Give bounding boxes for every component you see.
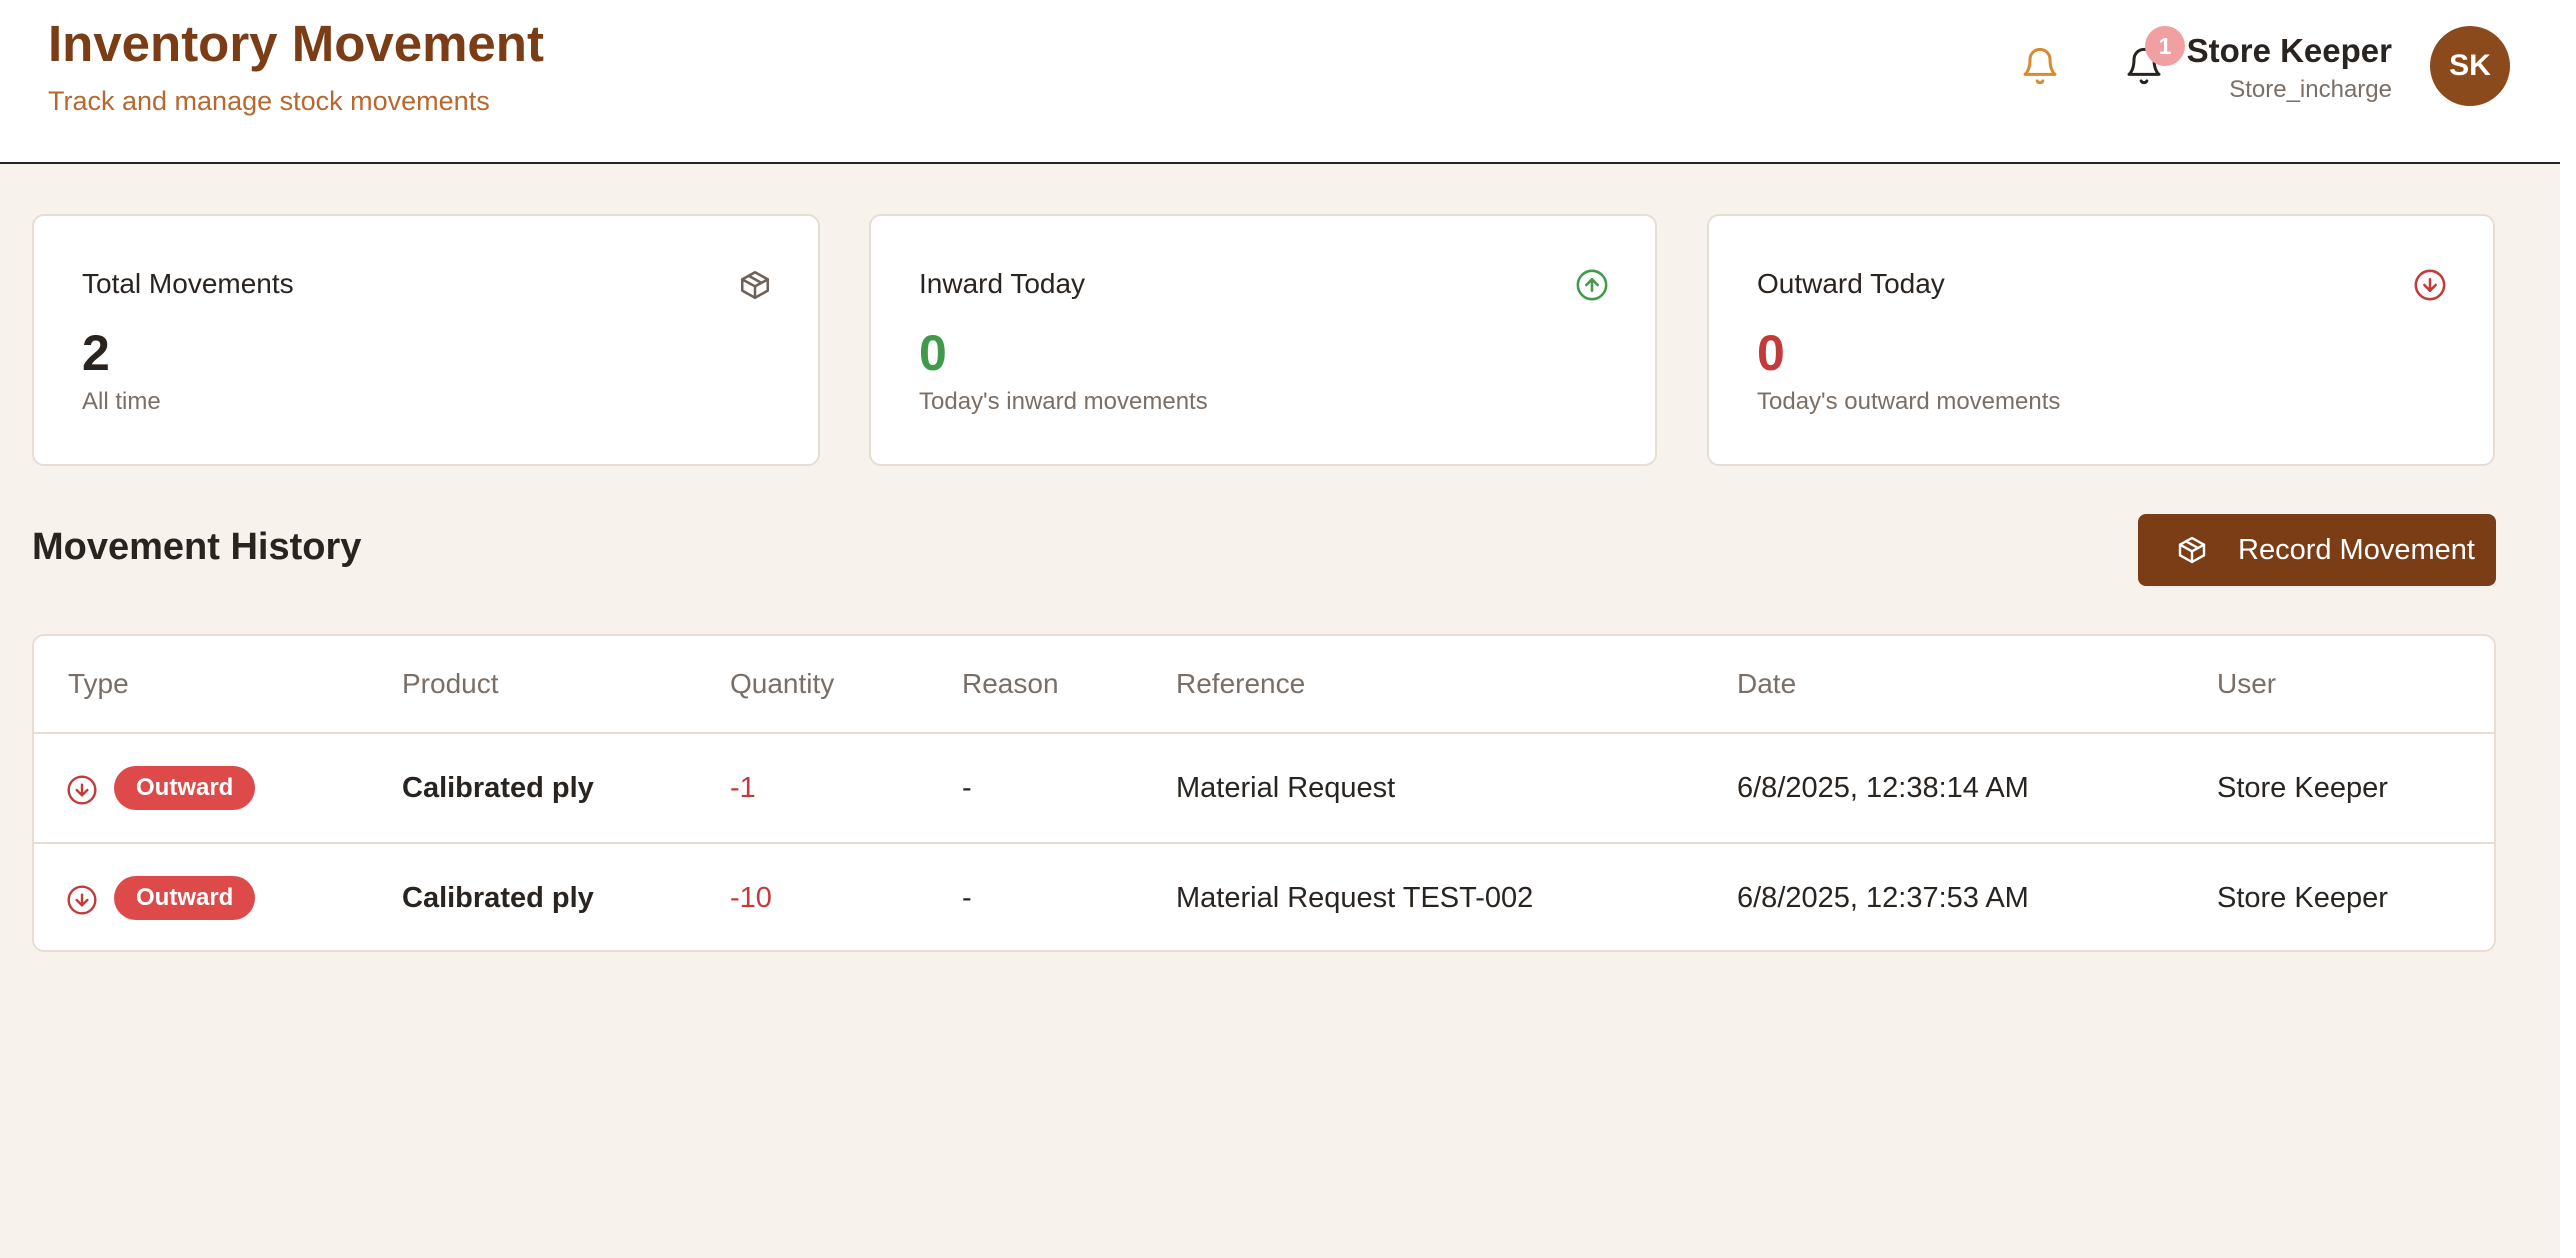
stat-label: Outward Today <box>1757 268 1945 299</box>
arrow-down-circle-icon <box>67 775 97 805</box>
column-header-type: Type <box>68 668 129 699</box>
arrow-up-circle-icon <box>1576 269 1608 301</box>
reference-cell: Material Request <box>1176 772 1396 804</box>
stat-label: Inward Today <box>919 268 1086 299</box>
table-header: Type Product Quantity Reason Reference D… <box>34 636 2494 734</box>
quantity-cell: -10 <box>730 882 772 914</box>
stat-hint: Today's inward movements <box>919 388 1208 415</box>
arrow-down-circle-icon <box>67 885 97 915</box>
arrow-down-circle-icon <box>2414 269 2446 301</box>
record-movement-button[interactable]: Record Movement <box>2138 514 2496 586</box>
type-badge: Outward <box>114 766 256 810</box>
stat-card-inward-today: Inward Today 0 Today's inward movements <box>869 214 1657 466</box>
product-cell: Calibrated ply <box>402 772 594 804</box>
stat-value: 2 <box>82 325 110 381</box>
stat-value: 0 <box>919 325 947 381</box>
reason-cell: - <box>962 882 972 914</box>
stat-value: 0 <box>1757 325 1785 381</box>
table-row[interactable]: Outward Calibrated ply -1 - Material Req… <box>34 734 2494 844</box>
product-cell: Calibrated ply <box>402 882 594 914</box>
bell-icon[interactable] <box>2020 46 2060 86</box>
package-icon <box>2178 536 2206 564</box>
column-header-reference: Reference <box>1176 668 1306 699</box>
stat-label: Total Movements <box>82 268 294 299</box>
reference-cell: Material Request TEST-002 <box>1176 882 1534 914</box>
user-cell: Store Keeper <box>2217 772 2388 804</box>
page-title: Inventory Movement <box>48 15 544 72</box>
movement-history-table: Type Product Quantity Reason Reference D… <box>32 634 2496 952</box>
stat-card-total-movements: Total Movements 2 All time <box>32 214 820 466</box>
stat-hint: Today's outward movements <box>1757 388 2061 415</box>
table-row[interactable]: Outward Calibrated ply -10 - Material Re… <box>34 844 2494 950</box>
user-cell: Store Keeper <box>2217 882 2388 914</box>
package-icon <box>740 270 770 300</box>
record-movement-label: Record Movement <box>2238 533 2475 566</box>
section-title: Movement History <box>32 526 362 568</box>
notification-count-badge: 1 <box>2145 26 2185 66</box>
page-header: Inventory Movement Track and manage stoc… <box>0 0 2560 164</box>
avatar[interactable]: SK <box>2430 26 2510 106</box>
date-cell: 6/8/2025, 12:38:14 AM <box>1737 772 2029 804</box>
quantity-cell: -1 <box>730 772 756 804</box>
reason-cell: - <box>962 772 972 804</box>
column-header-product: Product <box>402 668 499 699</box>
user-name: Store Keeper <box>2186 32 2392 69</box>
column-header-user: User <box>2217 668 2277 699</box>
date-cell: 6/8/2025, 12:37:53 AM <box>1737 882 2029 914</box>
page-subtitle: Track and manage stock movements <box>48 86 490 116</box>
app-root: Inventory Movement Track and manage stoc… <box>0 0 2560 1258</box>
column-header-date: Date <box>1737 668 1797 699</box>
window-edge <box>2560 0 2576 1258</box>
type-badge: Outward <box>114 876 256 920</box>
column-header-reason: Reason <box>962 668 1059 699</box>
stat-hint: All time <box>82 388 161 415</box>
user-role: Store_incharge <box>2229 76 2392 103</box>
column-header-quantity: Quantity <box>730 668 835 699</box>
stat-card-outward-today: Outward Today 0 Today's outward movement… <box>1707 214 2495 466</box>
